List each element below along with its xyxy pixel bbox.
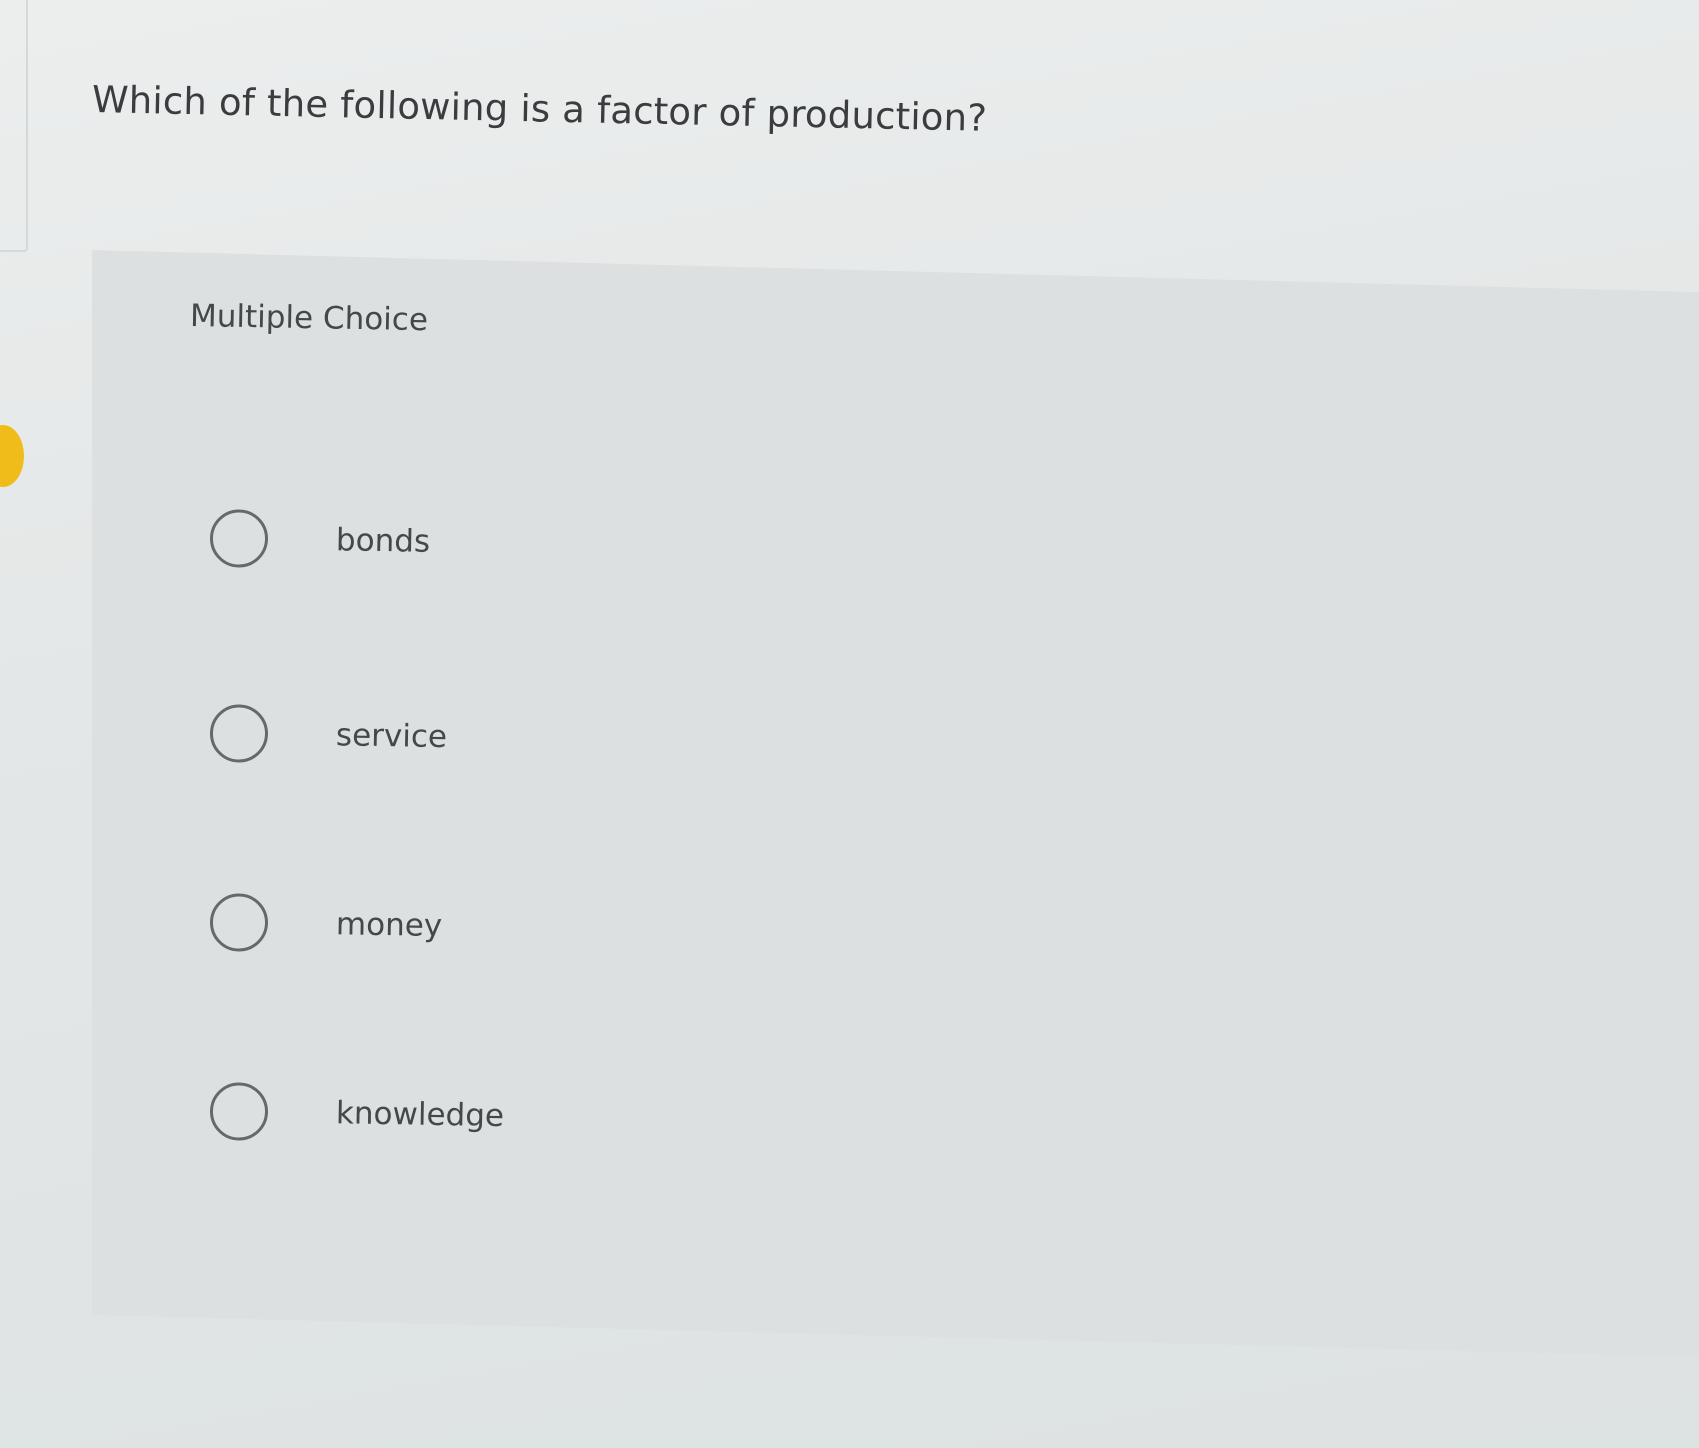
radio-button[interactable]: [209, 893, 269, 953]
multiple-choice-panel: [92, 250, 1699, 1358]
option-label: service: [335, 717, 448, 756]
radio-button[interactable]: [209, 1082, 269, 1142]
left-edge-divider: [0, 0, 28, 252]
option-label: knowledge: [335, 1095, 505, 1135]
option-label: bonds: [335, 522, 431, 560]
option-money[interactable]: money: [209, 887, 443, 961]
radio-button[interactable]: [209, 509, 269, 569]
question-text: Which of the following is a factor of pr…: [91, 78, 988, 140]
option-service[interactable]: service: [209, 698, 447, 772]
flag-marker[interactable]: [0, 425, 24, 487]
option-bonds[interactable]: bonds: [209, 503, 430, 577]
radio-button[interactable]: [209, 704, 269, 764]
page: Which of the following is a factor of pr…: [0, 0, 1699, 1448]
option-knowledge[interactable]: knowledge: [209, 1076, 504, 1151]
multiple-choice-title: Multiple Choice: [189, 298, 429, 339]
option-label: money: [335, 906, 443, 945]
